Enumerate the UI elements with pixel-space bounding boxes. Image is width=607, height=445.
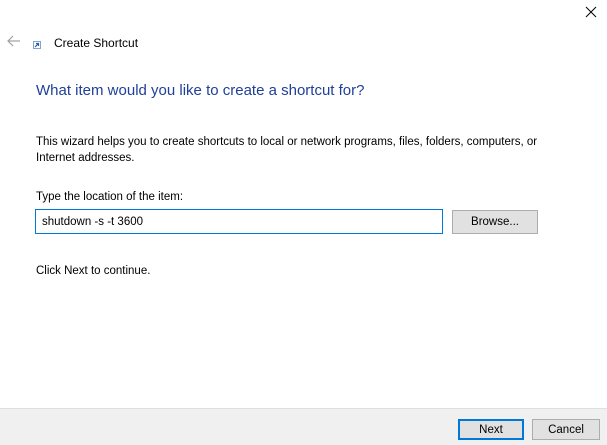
browse-button[interactable]: Browse... [452, 210, 538, 234]
next-button[interactable]: Next [458, 419, 524, 440]
shortcut-icon [32, 37, 42, 49]
cancel-button[interactable]: Cancel [532, 419, 600, 440]
page-heading: What item would you like to create a sho… [36, 82, 365, 99]
back-arrow-icon [7, 34, 21, 52]
create-shortcut-window: Create Shortcut What item would you like… [0, 0, 607, 445]
continue-instruction: Click Next to continue. [36, 265, 151, 277]
location-input[interactable] [35, 209, 443, 234]
title-bar: Create Shortcut [6, 34, 138, 52]
window-title: Create Shortcut [54, 36, 139, 50]
close-button[interactable] [579, 2, 603, 26]
wizard-description: This wizard helps you to create shortcut… [36, 136, 538, 164]
close-icon [585, 5, 597, 23]
back-button[interactable] [6, 35, 22, 51]
footer-bar: Next Cancel [0, 408, 607, 445]
location-label: Type the location of the item: [36, 191, 184, 203]
